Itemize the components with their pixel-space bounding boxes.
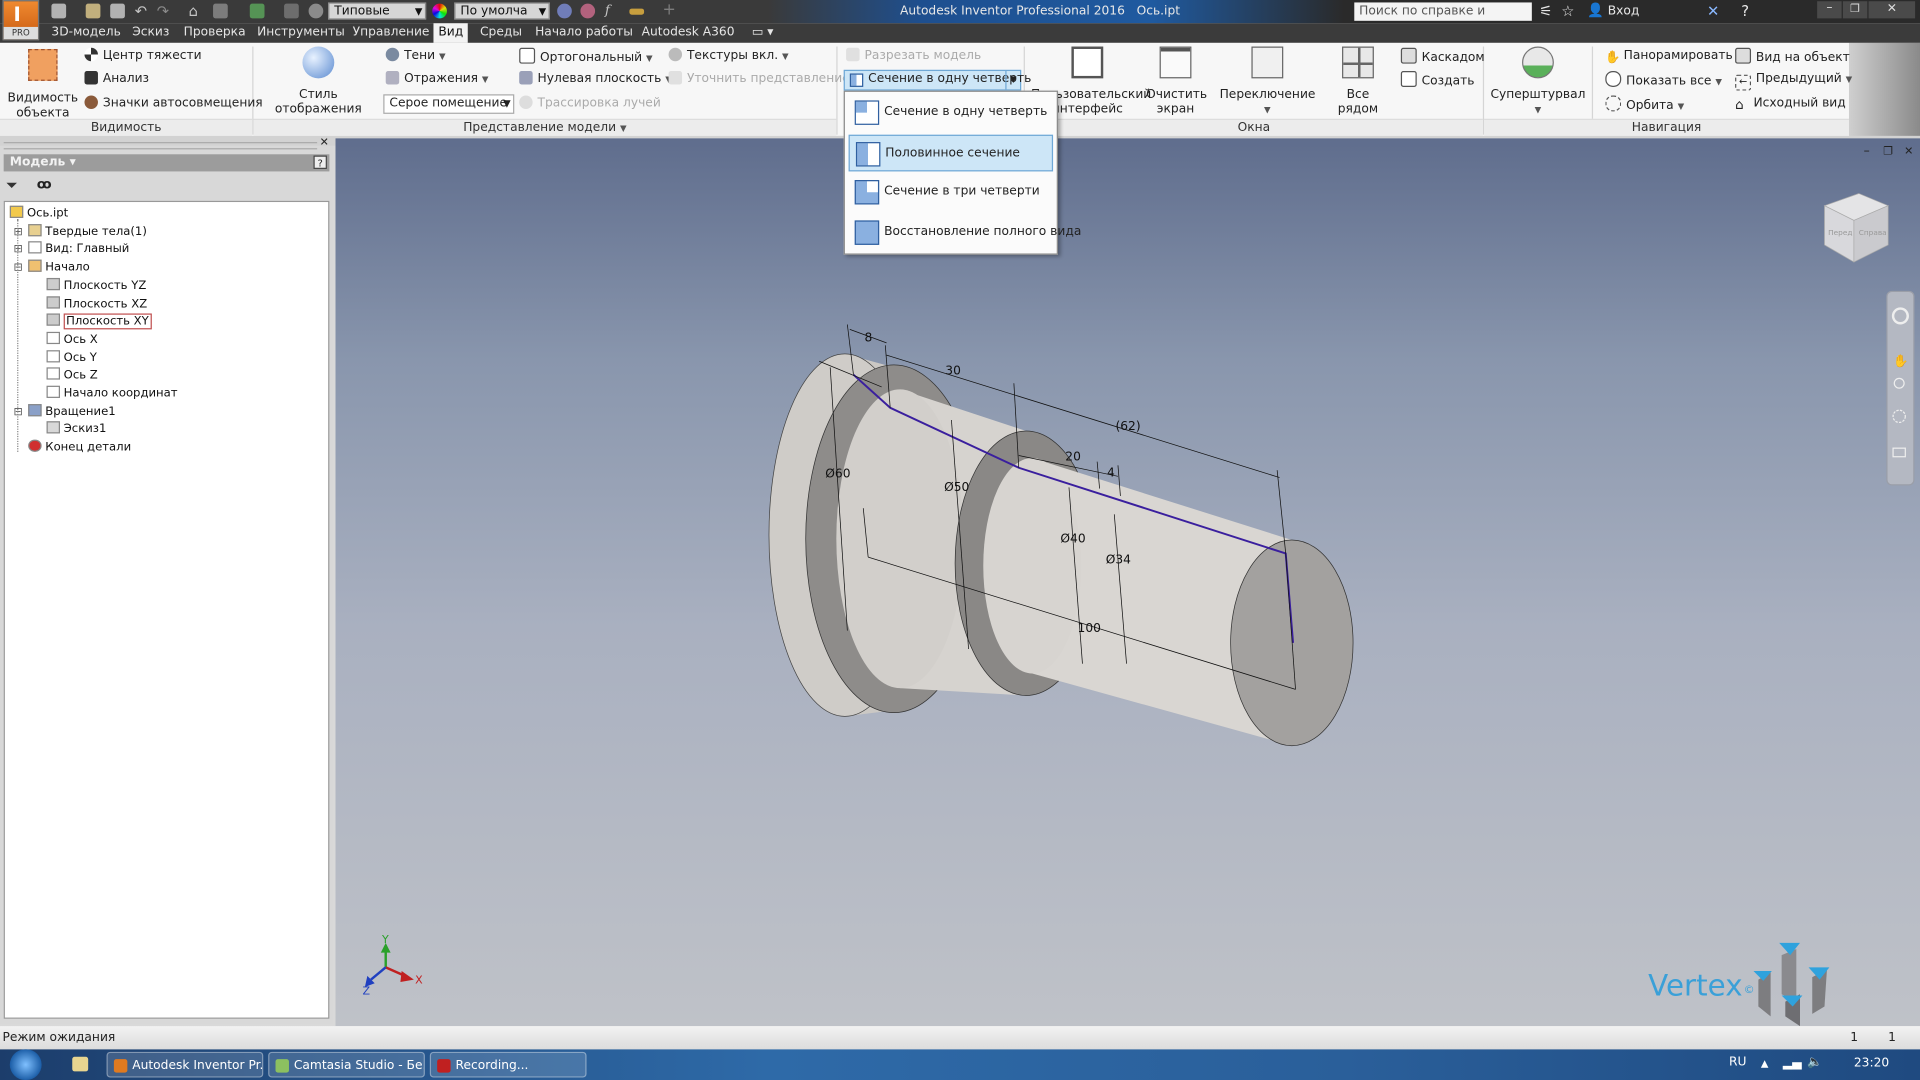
dim-groove-offset[interactable]: 20 <box>1065 449 1081 463</box>
dim-diameter-40[interactable]: Ø40 <box>1060 531 1085 545</box>
explorer-icon[interactable] <box>72 1056 89 1072</box>
dim-step-length[interactable]: 30 <box>945 364 961 378</box>
menu-item[interactable]: Сечение в три четверти <box>849 174 1053 211</box>
menu-item[interactable]: Половинное сечение <box>848 134 1054 171</box>
taskbar-item-camtasia[interactable]: Camtasia Studio - Бе... <box>268 1051 425 1078</box>
dim-diameter-50[interactable]: Ø50 <box>944 480 969 494</box>
pro-badge: PRO <box>3 26 38 40</box>
inventor-window: ↶ ↷ ⌂ Типовые ▼ По умолча ▼ f + Autodesk I… <box>0 0 1920 1080</box>
triad-z-label: Z <box>362 984 370 997</box>
menu-item-label: Сечение в три четверти <box>884 184 1040 199</box>
dim-diameter-60[interactable]: Ø60 <box>825 467 850 481</box>
network-icon[interactable]: ▂▄ <box>1783 1057 1802 1070</box>
menu-item-label: Восстановление полного вида <box>884 224 1082 239</box>
end-section-icon <box>854 219 880 245</box>
svg-text:©: © <box>1744 983 1755 996</box>
vertex-watermark-logo: Vertex © <box>1648 942 1830 1027</box>
recording-icon <box>437 1059 451 1073</box>
taskbar-item-inventor[interactable]: Autodesk Inventor Pr... <box>106 1051 264 1078</box>
section-view-menu: Сечение в одну четверть Половинное сечени… <box>843 90 1081 255</box>
quarter-section-icon <box>854 100 880 125</box>
shaft-model <box>768 353 1354 747</box>
dim-reference-length[interactable]: (62) <box>1116 419 1141 433</box>
triad-y-label: Y <box>381 933 389 946</box>
viewport-minimize-icon[interactable]: – <box>1864 143 1870 157</box>
taskbar-label: Camtasia Studio - Бе... <box>293 1059 425 1073</box>
dim-flange-length[interactable]: 8 <box>864 331 872 345</box>
menu-item[interactable]: Восстановление полного вида <box>849 214 1081 251</box>
status-count-documents: 1 <box>1888 1031 1896 1045</box>
nav-pan-icon[interactable]: ✋ <box>1893 353 1908 368</box>
inventor-logo-icon: I <box>13 2 21 26</box>
camtasia-icon <box>275 1059 289 1073</box>
dim-diameter-34[interactable]: Ø34 <box>1106 552 1131 566</box>
triad-x-label: X <box>415 973 423 986</box>
half-section-icon <box>855 141 881 166</box>
app-menu-button[interactable]: I PRO <box>2 0 40 41</box>
three-quarter-section-icon <box>854 180 880 205</box>
volume-icon[interactable]: 🔈 <box>1807 1056 1822 1069</box>
viewcube[interactable]: Перед Справа <box>1823 193 1890 263</box>
clock[interactable]: 23:20 <box>1854 1057 1889 1070</box>
taskbar-label: Recording... <box>455 1059 529 1073</box>
language-indicator[interactable]: RU <box>1729 1056 1746 1069</box>
viewport-restore-icon[interactable]: ❐ <box>1883 144 1893 157</box>
status-text: Режим ожидания <box>2 1031 116 1045</box>
watermark-text: Vertex <box>1648 969 1742 1003</box>
menu-item[interactable]: Сечение в одну четверть <box>849 94 1053 131</box>
dim-groove-width[interactable]: 4 <box>1107 465 1115 479</box>
start-button[interactable] <box>9 1049 42 1080</box>
taskbar-item-recording[interactable]: Recording... <box>429 1051 587 1078</box>
status-bar: Режим ожидания 1 1 <box>0 1026 1920 1050</box>
menu-item-label: Половинное сечение <box>885 146 1020 160</box>
viewcube-right-label: Справа <box>1859 228 1887 237</box>
menu-item-label: Сечение в одну четверть <box>884 105 1048 119</box>
inventor-icon <box>113 1059 128 1073</box>
status-count-occurrences: 1 <box>1850 1031 1859 1045</box>
viewport-close-icon[interactable]: ✕ <box>1904 144 1913 157</box>
taskbar-label: Autodesk Inventor Pr... <box>132 1059 264 1073</box>
coordinate-triad: Y X Z <box>362 933 423 997</box>
tray-arrow-icon[interactable]: ▲ <box>1761 1058 1769 1069</box>
dim-total-length[interactable]: 100 <box>1078 621 1101 635</box>
viewcube-front-label: Перед <box>1828 228 1852 237</box>
